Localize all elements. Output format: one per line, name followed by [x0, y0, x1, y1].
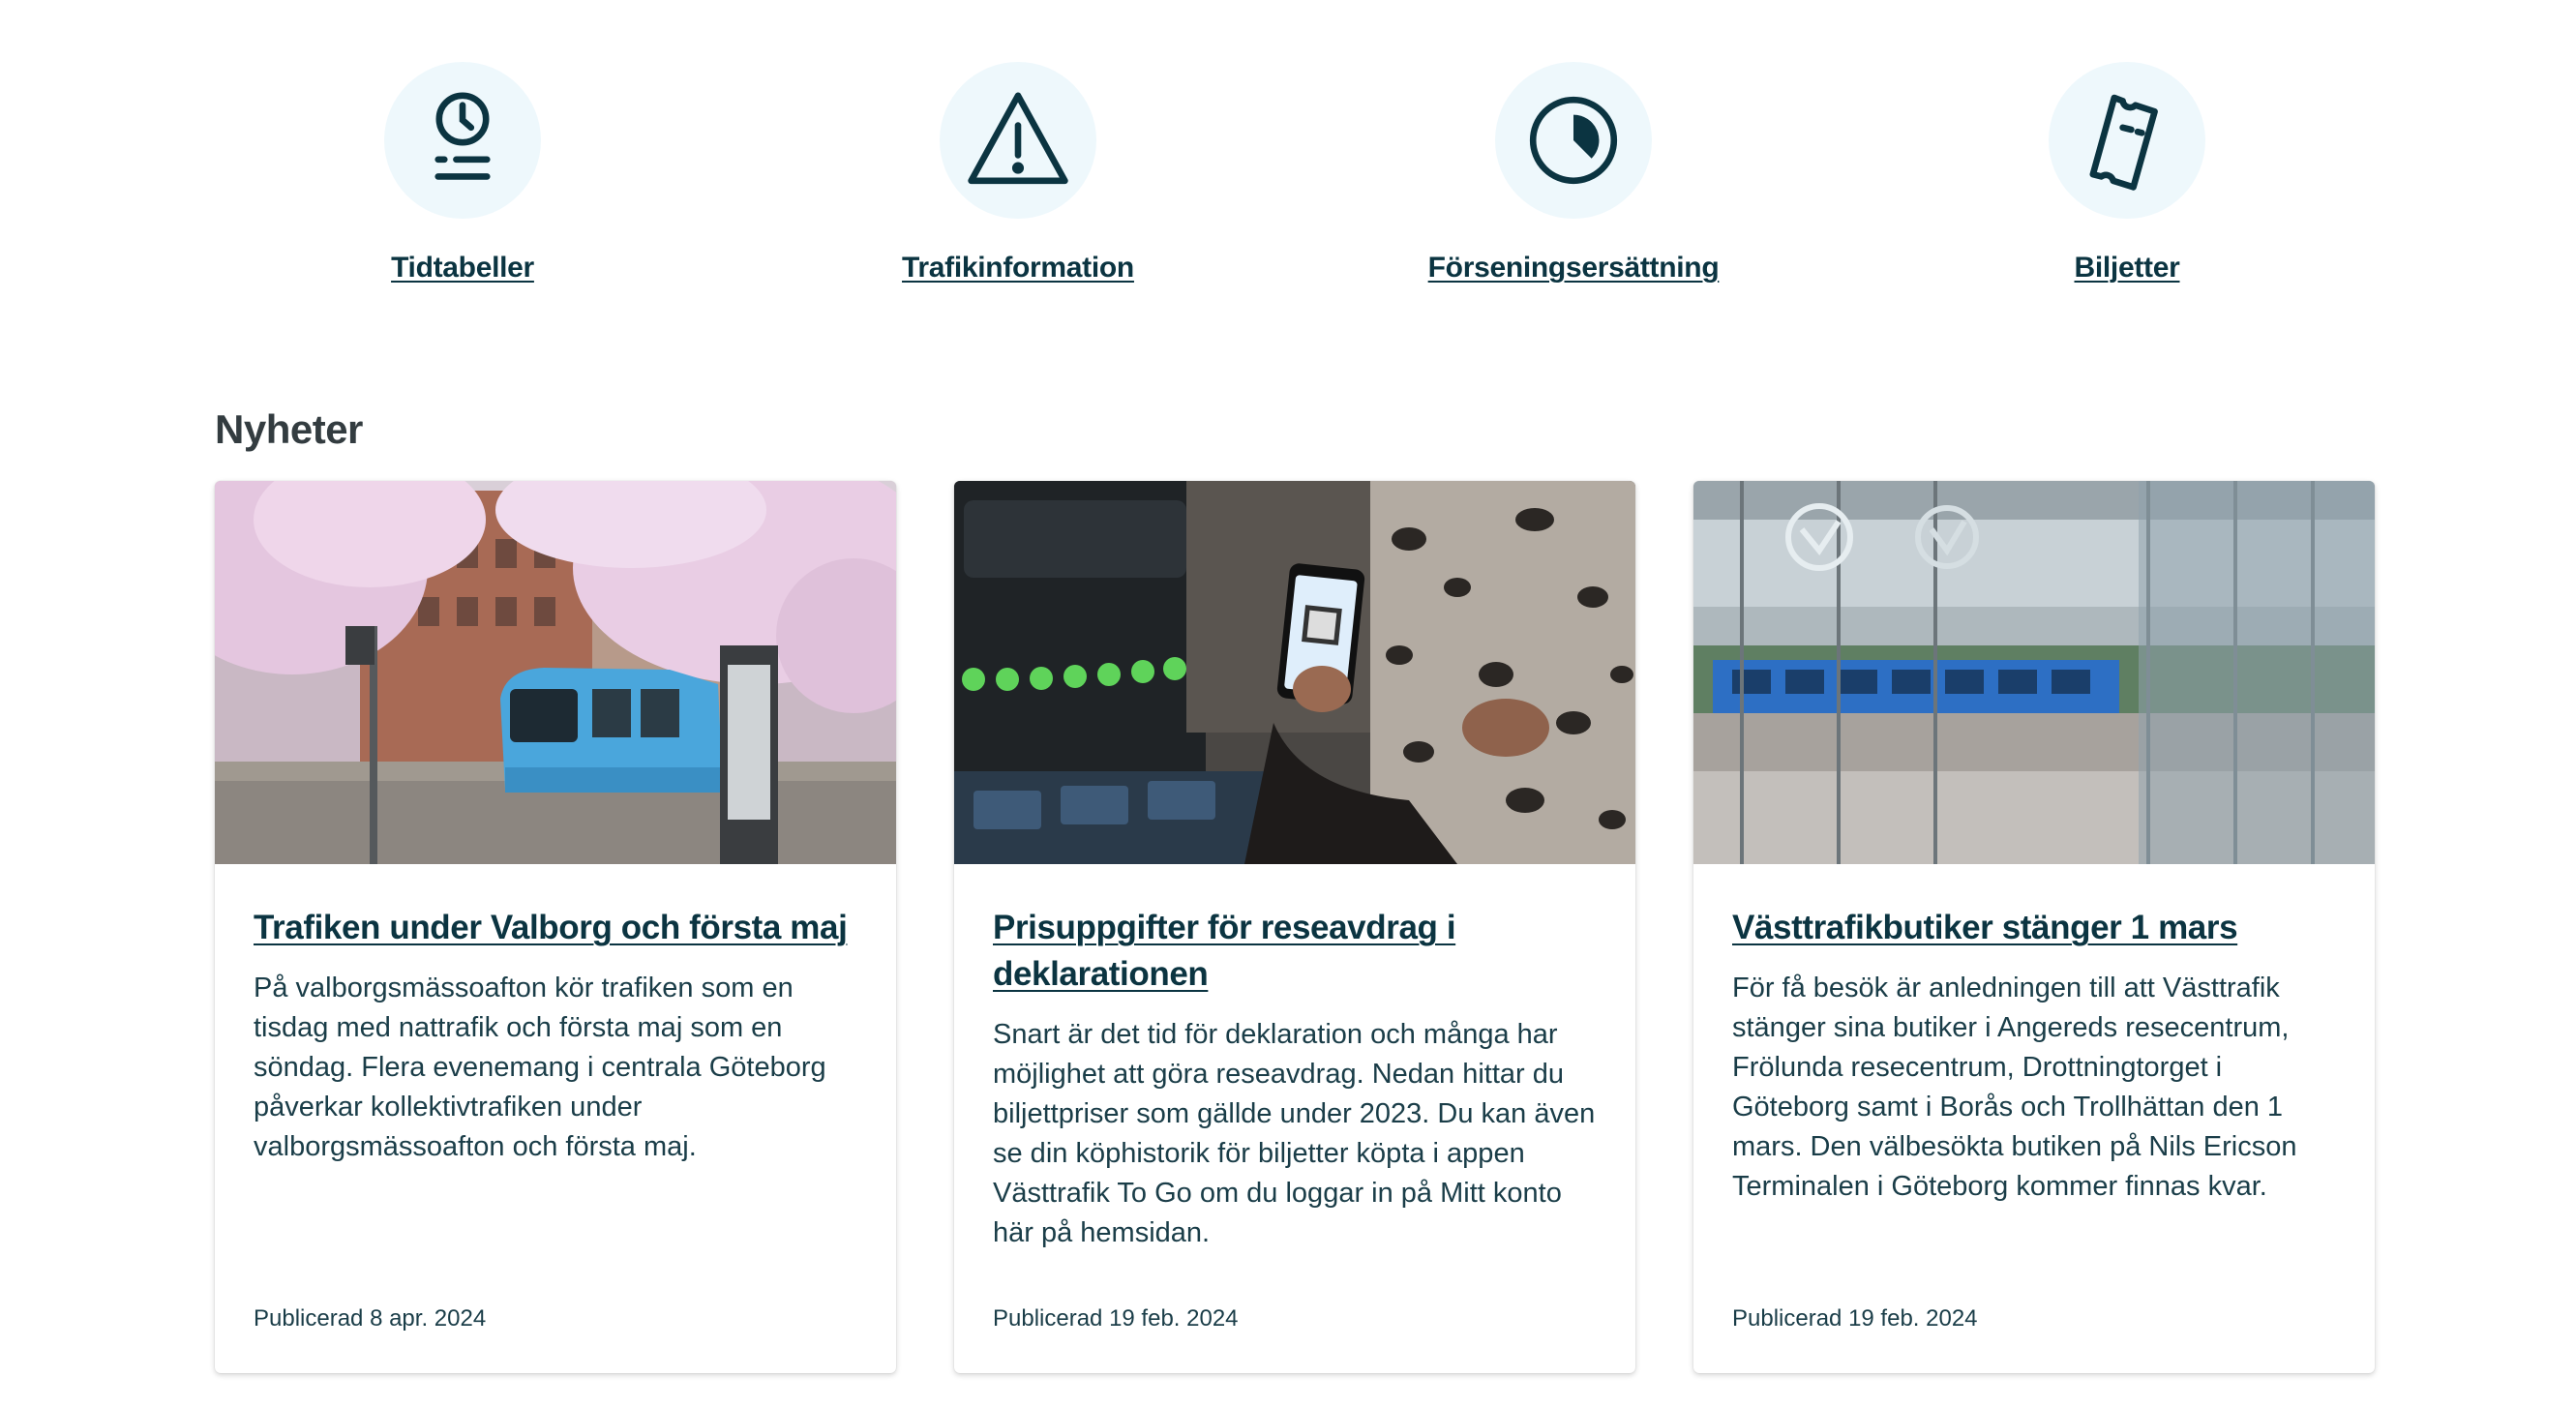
- delay-compensation-icon[interactable]: [1495, 62, 1652, 219]
- news-card-text: På valborgsmässoafton kör trafiken som e…: [254, 973, 826, 1162]
- warning-icon[interactable]: [940, 62, 1096, 219]
- news-image-tram-cherry-blossoms[interactable]: [215, 481, 896, 864]
- news-card-date: Publicerad 8 apr. 2024: [254, 1305, 487, 1332]
- news-card-body: Trafiken under Valborg och första maj På…: [254, 905, 857, 1373]
- news-card-title[interactable]: Trafiken under Valborg och första maj: [254, 905, 857, 951]
- quicklink-tickets[interactable]: Biljetter: [1924, 62, 2330, 284]
- news-image-phone-ticket-reader[interactable]: [954, 481, 1635, 864]
- quicklink-delay-compensation-label[interactable]: Förseningsersättning: [1428, 252, 1720, 284]
- news-card-date: Publicerad 19 feb. 2024: [1732, 1305, 1978, 1332]
- quicklink-timetables-label[interactable]: Tidtabeller: [391, 252, 534, 284]
- news-card-body: Västtrafikbutiker stänger 1 mars För få …: [1732, 905, 2336, 1373]
- news-heading: Nyheter: [215, 406, 363, 452]
- quicklink-traffic-info[interactable]: Trafikinformation: [815, 62, 1221, 284]
- news-image-glass-facade-buses[interactable]: [1693, 481, 2375, 864]
- quicklink-traffic-info-label[interactable]: Trafikinformation: [902, 252, 1134, 284]
- news-card-date: Publicerad 19 feb. 2024: [993, 1305, 1239, 1332]
- timetable-icon[interactable]: [384, 62, 541, 219]
- news-card-title[interactable]: Västtrafikbutiker stänger 1 mars: [1732, 905, 2336, 951]
- news-card-body: Prisuppgifter för reseavdrag i deklarati…: [993, 905, 1597, 1373]
- page: Tidtabeller Trafikinformation Försenings…: [0, 0, 2576, 1407]
- quick-links: Tidtabeller Trafikinformation Försenings…: [0, 62, 2576, 314]
- news-card-text: För få besök är anledningen till att Väs…: [1732, 973, 2297, 1202]
- quicklink-tickets-label[interactable]: Biljetter: [2075, 252, 2180, 284]
- news-card[interactable]: Västtrafikbutiker stänger 1 mars För få …: [1693, 481, 2375, 1373]
- news-card-text: Snart är det tid för deklaration och mån…: [993, 1019, 1596, 1248]
- news-card-title[interactable]: Prisuppgifter för reseavdrag i deklarati…: [993, 905, 1597, 998]
- ticket-icon[interactable]: [2049, 62, 2205, 219]
- quicklink-timetables[interactable]: Tidtabeller: [259, 62, 666, 284]
- news-card[interactable]: Prisuppgifter för reseavdrag i deklarati…: [954, 481, 1635, 1373]
- quicklink-delay-compensation[interactable]: Förseningsersättning: [1370, 62, 1777, 284]
- news-card[interactable]: Trafiken under Valborg och första maj På…: [215, 481, 896, 1373]
